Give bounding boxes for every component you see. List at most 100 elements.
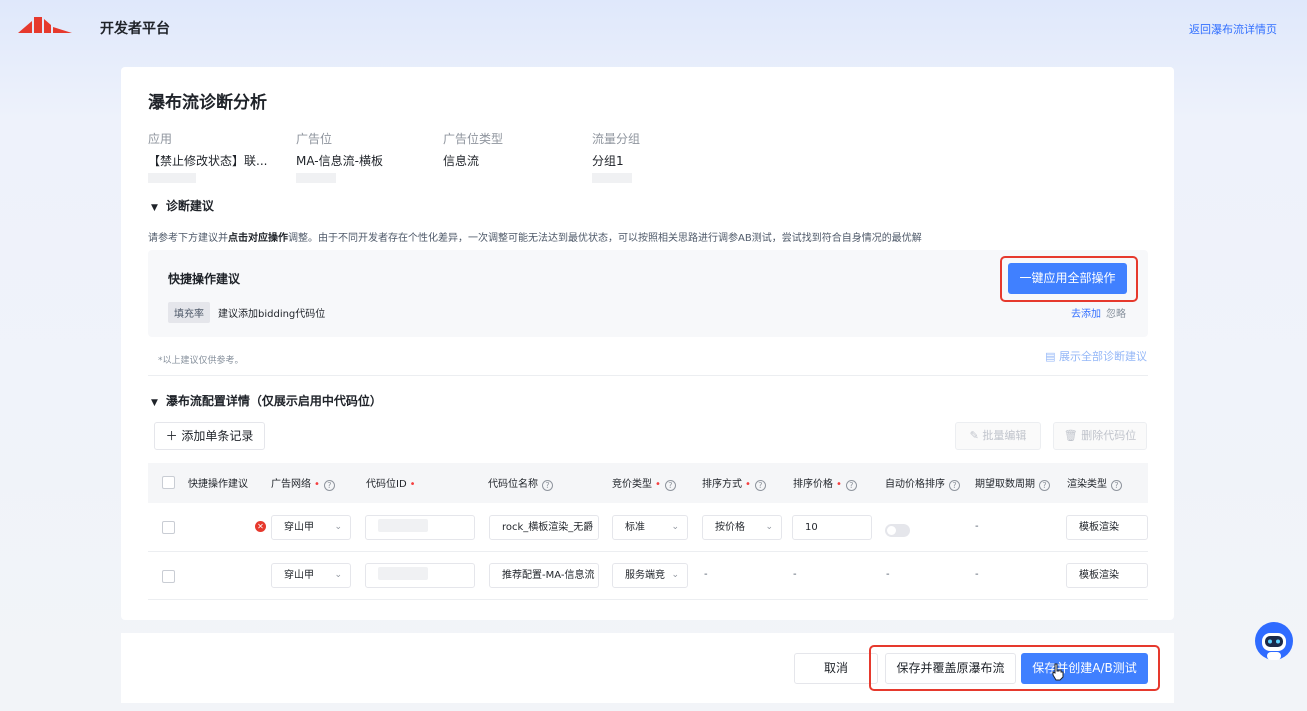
hint-bold: 点击对应操作 — [228, 233, 288, 244]
show-all-label: 展示全部诊断建议 — [1059, 350, 1147, 363]
select-all-checkbox[interactable] — [162, 476, 175, 489]
hint-text: 请参考下方建议并 — [148, 233, 228, 244]
divider — [148, 375, 1148, 376]
info-label: 广告位类型 — [443, 132, 504, 146]
column-header: 代码位名称? — [488, 475, 553, 491]
info-ad-slot-type: 广告位类型 信息流 — [443, 130, 583, 169]
config-section-toggle[interactable]: ▼ 瀑布流配置详情（仅展示启用中代码位） — [151, 392, 382, 409]
row-checkbox[interactable] — [162, 521, 175, 534]
hand-cursor-icon — [1052, 663, 1064, 681]
column-label: 排序价格 — [793, 479, 833, 490]
add-record-button[interactable]: ＋ 添加单条记录 — [154, 422, 265, 450]
help-icon[interactable]: ? — [323, 480, 335, 491]
select-value: 服务端竞 — [625, 570, 665, 581]
column-label: 自动价格排序 — [885, 479, 945, 490]
column-header: 排序方式 •? — [702, 475, 766, 491]
save-cover-button[interactable]: 保存并覆盖原瀑布流 — [885, 653, 1016, 684]
help-icon[interactable]: ? — [664, 480, 676, 491]
batch-edit-button[interactable]: ✎ 批量编辑 — [955, 422, 1041, 450]
network-select[interactable]: 穿山甲 ⌄ — [271, 563, 351, 588]
assistant-robot-icon[interactable] — [1254, 621, 1294, 663]
help-icon[interactable]: ? — [754, 480, 766, 491]
sort-method-value: - — [704, 569, 708, 580]
column-label: 期望取数周期 — [975, 479, 1035, 490]
ignore-link[interactable]: 忽略 — [1106, 305, 1126, 320]
column-label: 快捷操作建议 — [188, 479, 248, 490]
info-label: 应用 — [148, 132, 173, 146]
top-bar: 开发者平台 返回瀑布流详情页 — [0, 0, 1307, 56]
select-value: 穿山甲 — [284, 570, 314, 581]
show-all-diagnosis-link[interactable]: ▤ 展示全部诊断建议 — [1045, 348, 1147, 364]
masked-text — [378, 519, 428, 532]
sort-method-select[interactable]: 按价格 ⌄ — [702, 515, 782, 540]
column-label: 广告网络 — [271, 479, 311, 490]
back-to-waterfall-link[interactable]: 返回瀑布流详情页 — [1189, 21, 1277, 37]
cancel-button[interactable]: 取消 — [794, 653, 878, 684]
required-mark: • — [836, 479, 842, 490]
list-icon: ▤ — [1045, 350, 1059, 363]
slot-id-field[interactable] — [365, 563, 475, 588]
render-type-field[interactable]: 模板渲染 — [1066, 515, 1148, 540]
chevron-down-icon: ⌄ — [334, 522, 342, 532]
caret-down-icon: ▼ — [151, 203, 158, 213]
row-checkbox[interactable] — [162, 570, 175, 583]
masked-text — [378, 567, 428, 580]
column-header: 排序价格 •? — [793, 475, 857, 491]
save-ab-test-button[interactable]: 保存并创建A/B测试 — [1021, 653, 1148, 684]
diagnosis-hint: 请参考下方建议并点击对应操作调整。由于不同开发者存在个性化差异，一次调整可能无法… — [148, 229, 922, 244]
main-card: 瀑布流诊断分析 应用 【禁止修改状态】联... 广告位 MA-信息流-横板 广告… — [121, 67, 1174, 620]
quick-action-panel: 快捷操作建议 一键应用全部操作 填充率 建议添加bidding代码位 去添加 忽… — [148, 250, 1148, 337]
bid-type-select[interactable]: 服务端竞 ⌄ — [612, 563, 688, 588]
delete-slot-button[interactable]: 🗑 删除代码位 — [1053, 422, 1147, 450]
column-header: 竞价类型 •? — [612, 475, 676, 491]
slot-id-field[interactable] — [365, 515, 475, 540]
help-icon[interactable]: ? — [1111, 480, 1122, 491]
info-label: 广告位 — [296, 132, 333, 146]
info-traffic-group: 流量分组 分组1 — [592, 130, 732, 186]
sort-price-input[interactable]: 10 — [792, 515, 872, 540]
select-value: 标准 — [625, 522, 645, 533]
apply-all-button[interactable]: 一键应用全部操作 — [1008, 263, 1127, 294]
auto-price-toggle[interactable] — [885, 524, 910, 537]
add-record-label: 添加单条记录 — [181, 429, 254, 443]
diagnosis-section-toggle[interactable]: ▼ 诊断建议 — [151, 197, 214, 214]
help-icon[interactable]: ? — [1039, 480, 1050, 491]
help-icon[interactable]: ? — [542, 480, 553, 491]
column-header: 自动价格排序? — [885, 475, 960, 491]
slot-name-field[interactable]: 推荐配置-MA-信息流 — [489, 563, 599, 588]
slot-name-field[interactable]: rock_横板渲染_无爵 — [489, 515, 599, 540]
footnote: *以上建议仅供参考。 — [158, 356, 244, 366]
column-label: 排序方式 — [702, 479, 742, 490]
required-mark: • — [655, 479, 661, 490]
masked-text — [296, 173, 336, 183]
hint-text: 调整。由于不同开发者存在个性化差异，一次调整可能无法达到最优状态，可以按照相关思… — [288, 233, 922, 244]
column-header: 广告网络 •? — [271, 475, 335, 491]
chevron-down-icon: ⌄ — [671, 522, 679, 532]
column-label: 竞价类型 — [612, 479, 652, 490]
help-icon[interactable]: ? — [949, 480, 960, 491]
chevron-down-icon: ⌄ — [765, 522, 773, 532]
info-ad-slot: 广告位 MA-信息流-横板 — [296, 130, 436, 186]
help-icon[interactable]: ? — [845, 480, 857, 491]
brand-name: 开发者平台 — [100, 21, 170, 37]
column-header: 快捷操作建议 — [188, 475, 248, 490]
column-label: 渲染类型 — [1067, 479, 1107, 490]
info-value: 信息流 — [443, 154, 480, 168]
fill-rate-tag: 填充率 — [168, 302, 210, 323]
required-mark: • — [409, 479, 416, 490]
required-mark: • — [745, 479, 751, 490]
info-value: MA-信息流-横板 — [296, 154, 383, 168]
footer-bar: 取消 保存并覆盖原瀑布流 保存并创建A/B测试 — [121, 633, 1174, 703]
render-type-field[interactable]: 模板渲染 — [1066, 563, 1148, 588]
network-select[interactable]: 穿山甲 ⌄ — [271, 515, 351, 540]
trash-icon: 🗑 — [1063, 429, 1082, 442]
edit-icon: ✎ — [969, 429, 983, 442]
masked-text — [148, 173, 196, 183]
column-header: 渲染类型? — [1067, 475, 1122, 491]
bid-type-select[interactable]: 标准 ⌄ — [612, 515, 688, 540]
auto-sort-value: - — [886, 569, 890, 580]
section-title: 瀑布流配置详情（仅展示启用中代码位） — [165, 394, 382, 408]
section-title: 诊断建议 — [165, 199, 214, 213]
add-link[interactable]: 去添加 — [1071, 305, 1101, 320]
suggestion-text: 建议添加bidding代码位 — [218, 309, 326, 320]
